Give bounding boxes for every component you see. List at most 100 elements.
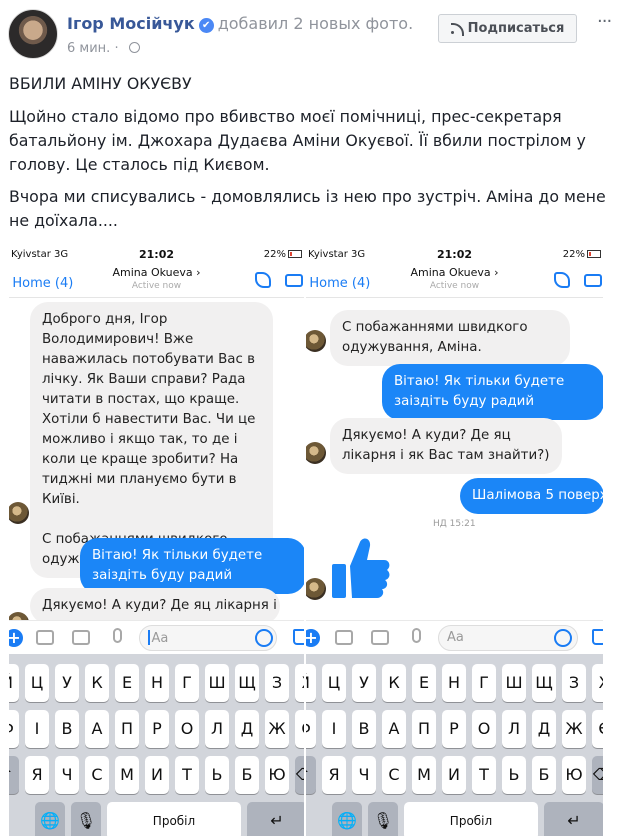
key: А [85, 710, 109, 748]
key: Я [322, 756, 346, 794]
call-icon [255, 272, 271, 288]
keyboard: Й Ц У К Е Н Г Ш Щ З Х Ф І В А П Р О Л Д … [9, 654, 304, 836]
key: Р [442, 710, 466, 748]
input-placeholder: Aa [151, 631, 169, 646]
key: И [442, 756, 466, 794]
subscribe-label: Подписаться [467, 21, 565, 36]
message-outgoing: Вітаю! Як тільки будете заіздіть буду ра… [382, 364, 603, 420]
key: У [352, 664, 376, 702]
call-icon [554, 272, 570, 288]
key: Ч [55, 756, 79, 794]
key: П [115, 710, 139, 748]
keyboard-row-1: Й Ц У К Е Н Г Ш Щ З Х [9, 664, 304, 702]
contact-avatar [9, 502, 29, 524]
battery-indicator: 22% [563, 249, 601, 260]
return-key: ↵ [544, 802, 603, 836]
battery-percent: 22% [263, 249, 286, 260]
key: Є [592, 710, 603, 748]
camera-icon [335, 630, 353, 645]
chat-navbar: ‹Home (4) Amina Okueva ›Active now [9, 264, 304, 298]
key: Ч [352, 756, 376, 794]
subscribe-button[interactable]: Подписаться [438, 14, 577, 43]
key: Б [532, 756, 556, 794]
key: Ж [265, 710, 289, 748]
keyboard-row-1: Й Ц У К Е Н Г Ш Щ З Х [306, 664, 603, 702]
dictation-key: 🎙 [368, 802, 398, 836]
key: К [382, 664, 406, 702]
dictation-key: 🎙 [71, 802, 101, 836]
key: З [265, 664, 289, 702]
key: К [85, 664, 109, 702]
gallery-icon [371, 630, 389, 645]
rss-icon [450, 23, 464, 36]
author-name-link[interactable]: Ігор Мосійчук [67, 14, 195, 33]
input-placeholder: Aa [447, 630, 464, 645]
post-action-text: добавил 2 новых фото. [217, 14, 414, 33]
key: У [55, 664, 79, 702]
meta-dot: · [114, 41, 119, 56]
keyboard: Й Ц У К Е Н Г Ш Щ З Х Ф І В А П Р О Л Д … [306, 654, 603, 836]
contact-name: Amina Okueva › [112, 266, 201, 279]
post-title: ВБИЛИ АМІНУ ОКУЄВУ [9, 74, 192, 93]
key: Б [235, 756, 259, 794]
verified-icon: ✔ [198, 18, 214, 33]
gallery-icon [72, 630, 90, 645]
message-incoming: С побажаннями швидкого одужування, Аміна… [330, 310, 570, 366]
key: Г [472, 664, 496, 702]
key: А [382, 710, 406, 748]
key: Щ [235, 664, 259, 702]
like-icon [592, 629, 603, 645]
like-sticker-icon [332, 538, 390, 598]
return-key: ↵ [247, 802, 304, 836]
post-meta: 6 мин. · [67, 41, 140, 56]
like-icon [293, 629, 304, 645]
post-paragraph-2: Вчора ми списувались - домовлялись із не… [9, 187, 606, 230]
key: З [562, 664, 586, 702]
key: Й [9, 664, 19, 702]
key: В [352, 710, 376, 748]
key: Ц [25, 664, 49, 702]
mic-icon [113, 628, 122, 643]
key: Н [145, 664, 169, 702]
emoji-icon [255, 629, 273, 647]
key: Х [295, 664, 304, 702]
key: І [322, 710, 346, 748]
text-cursor [148, 630, 150, 645]
contact-name: Amina Okueva › [410, 266, 499, 279]
status-time: 21:02 [138, 248, 174, 261]
key: Д [532, 710, 556, 748]
key: Д [235, 710, 259, 748]
screenshot-photo-right[interactable]: Kyivstar 3G 21:02 22% ‹Home (4) Amina Ok… [306, 246, 603, 836]
contact-avatar [306, 442, 326, 464]
screenshot-photo-left[interactable]: Kyivstar 3G 21:02 22% ‹Home (4) Amina Ok… [9, 246, 304, 836]
keyboard-row-3: ⇧ Я Ч С М И Т Ь Б Ю ⌫ [9, 756, 304, 794]
key: Е [412, 664, 436, 702]
status-bar: Kyivstar 3G 21:02 22% [306, 246, 603, 264]
key: Ф [306, 710, 316, 748]
message-outgoing: Вітаю! Як тільки будете заіздіть буду ра… [80, 538, 304, 594]
author-avatar[interactable] [8, 9, 58, 59]
space-key: Пробіл [107, 802, 241, 836]
keyboard-row-4: 🌐 🎙 Пробіл ↵ [9, 802, 304, 836]
post-time-link[interactable]: 6 мин. [67, 41, 110, 56]
message-input-bar: + Aa [9, 620, 304, 654]
more-options-button[interactable]: ··· [597, 13, 613, 31]
key: Ж [562, 710, 586, 748]
contact-avatar [306, 578, 326, 600]
message-incoming: Дякуємо! А куди? Де яц лікарня і [30, 588, 280, 624]
key: Е [115, 664, 139, 702]
key: Щ [532, 664, 556, 702]
battery-icon [587, 250, 601, 258]
globe-icon [128, 42, 140, 53]
key: Ц [322, 664, 346, 702]
plus-icon: + [306, 629, 320, 647]
key: Х [592, 664, 603, 702]
battery-icon [288, 250, 302, 258]
plus-icon: + [9, 629, 23, 647]
key: Г [175, 664, 199, 702]
video-icon [584, 274, 602, 287]
key: Л [502, 710, 526, 748]
message-input-bar: + Aa [306, 620, 603, 654]
key: И [145, 756, 169, 794]
key: М [115, 756, 139, 794]
